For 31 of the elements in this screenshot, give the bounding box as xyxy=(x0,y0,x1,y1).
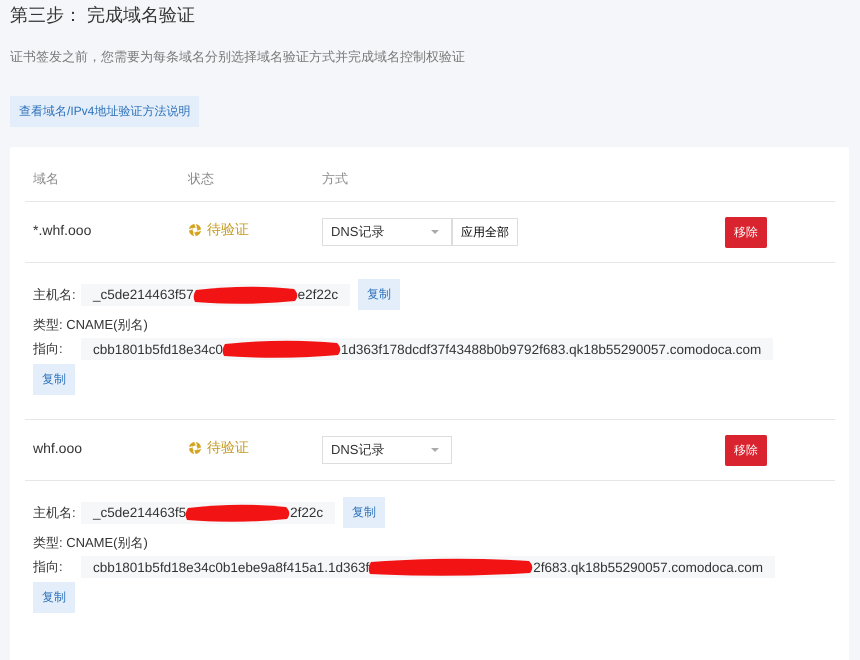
copy-button[interactable]: 复制 xyxy=(358,279,400,310)
domain-name: whf.ooo xyxy=(33,439,84,456)
page-title: 第三步： 完成域名验证 xyxy=(10,4,196,27)
column-header: 域名 xyxy=(33,170,60,188)
value-field: cbb1801b5fd18e34c0 1d363f178dcdf37f43488b0b9792f683.qk18b55290057.comodoca.com xyxy=(81,338,774,360)
remove-button[interactable]: 移除 xyxy=(725,434,767,466)
pending-icon xyxy=(188,441,202,455)
field-label: 指向: xyxy=(33,558,64,576)
description: 证书签发之前，您需要为每条域名分别选择域名验证方式并完成域名控制权验证 xyxy=(10,48,466,66)
column-header: 状态 xyxy=(188,170,215,188)
record-type: 类型: CNAME(别名) xyxy=(33,534,149,552)
domain-name: *.whf.ooo xyxy=(33,221,92,238)
help-link[interactable]: 查看域名/IPv4地址验证方法说明 xyxy=(10,96,200,127)
pending-icon xyxy=(188,223,202,237)
copy-button[interactable]: 复制 xyxy=(33,364,75,395)
value-field: cbb1801b5fd18e34c0b1ebe9a8f415a1.1d363f 2f683.qk18b55290057.comodoca.com xyxy=(81,556,775,578)
apply-all-button[interactable]: 应用全部 xyxy=(452,218,518,246)
value-field: _c5de214463f57 e2f22c xyxy=(81,284,350,306)
field-label: 主机名: xyxy=(33,504,73,522)
remove-button[interactable]: 移除 xyxy=(725,216,767,248)
column-header: 方式 xyxy=(322,170,349,188)
copy-button[interactable]: 复制 xyxy=(343,497,386,528)
value-field: _c5de214463f5 2f22c xyxy=(81,502,336,524)
copy-button[interactable]: 复制 xyxy=(33,582,75,613)
record-type: 类型: CNAME(别名) xyxy=(33,316,149,334)
status-text: 待验证 xyxy=(207,221,249,239)
method-select[interactable]: DNS记录 xyxy=(322,218,452,246)
status-text: 待验证 xyxy=(207,439,249,457)
field-label: 主机名: xyxy=(33,286,73,304)
field-label: 指向: xyxy=(33,340,64,358)
method-select[interactable]: DNS记录 xyxy=(322,436,452,464)
